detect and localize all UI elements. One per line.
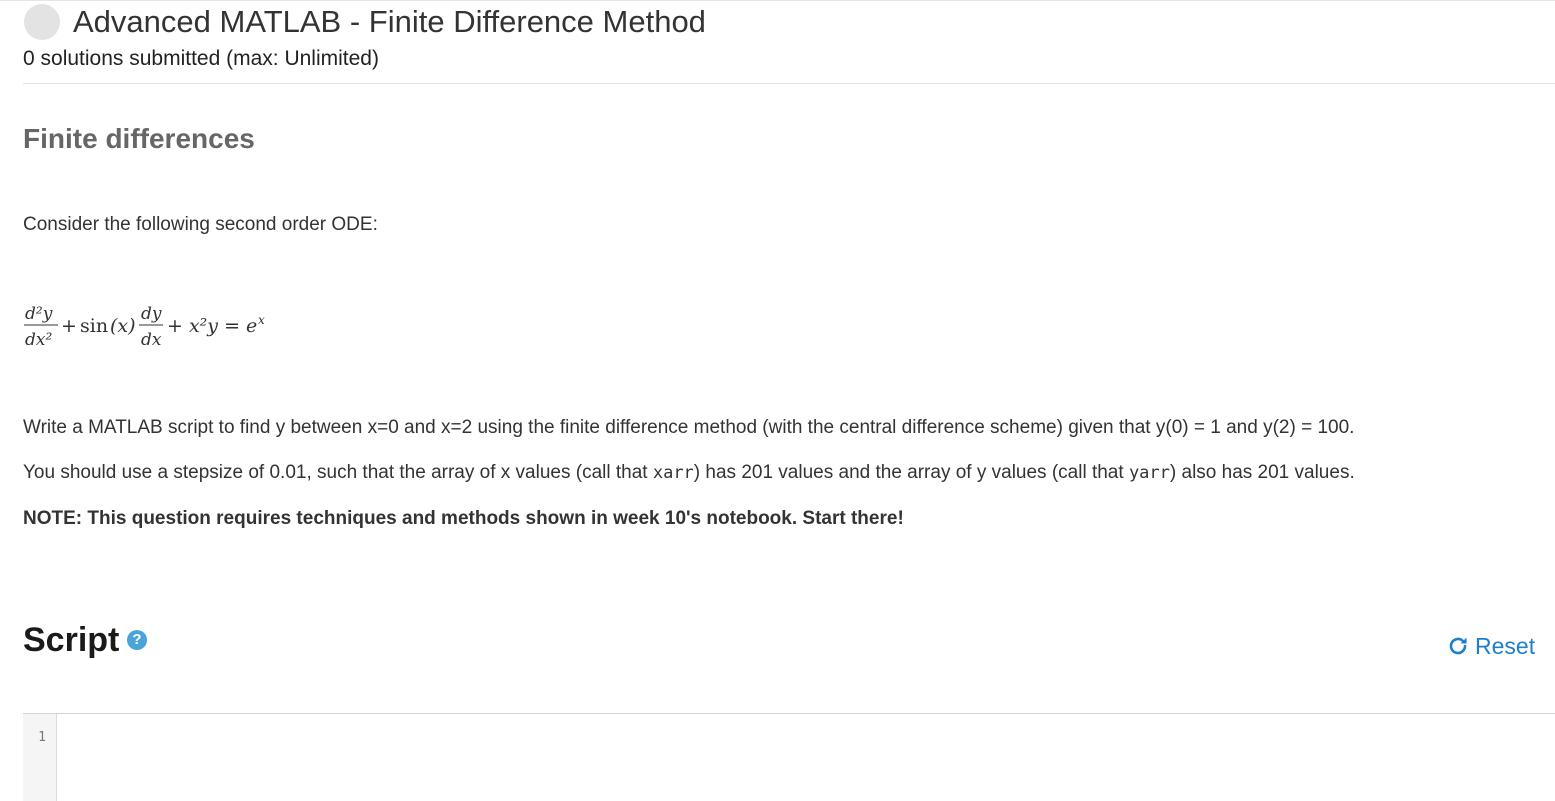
- stepsize-text-c: ) also has 201 values.: [1169, 462, 1355, 483]
- intro-text: Consider the following second order ODE:: [23, 214, 378, 235]
- page-title: Advanced MATLAB - Finite Difference Meth…: [73, 4, 706, 39]
- eq-dx: dx: [141, 330, 162, 350]
- refresh-icon: [1449, 637, 1467, 655]
- eq-rest: + x²y = e: [167, 315, 257, 337]
- note-text: NOTE: This question requires techniques …: [23, 508, 904, 529]
- code-editor[interactable]: 1: [23, 713, 1555, 801]
- problem-page: Advanced MATLAB - Finite Difference Meth…: [0, 0, 1555, 801]
- ode-equation: d²y dx² + sin (x) dy dx + x²y = e x: [24, 304, 265, 350]
- instructions-text: Write a MATLAB script to find y between …: [23, 417, 1355, 438]
- reset-label[interactable]: Reset: [1475, 633, 1535, 660]
- stepsize-text-b: ) has 201 values and the array of y valu…: [693, 462, 1129, 483]
- section-heading: Finite differences: [23, 123, 255, 154]
- reset-button[interactable]: Reset: [1446, 631, 1535, 661]
- xarr-code: xarr: [652, 463, 694, 483]
- eq-d2y: d²y: [25, 304, 53, 324]
- eq-sin-arg: (x): [110, 315, 136, 337]
- top-divider: [0, 0, 1555, 1]
- stepsize-text-a: You should use a stepsize of 0.01, such …: [23, 462, 653, 483]
- yarr-code: yarr: [1128, 463, 1170, 483]
- header-divider: [23, 83, 1555, 84]
- submission-count: 0 solutions submitted (max: Unlimited): [23, 47, 379, 70]
- eq-plus: +: [61, 315, 77, 337]
- status-indicator: [24, 4, 60, 40]
- eq-dx2: dx²: [25, 330, 52, 350]
- eq-sin: sin: [80, 315, 108, 337]
- eq-exponent: x: [258, 313, 265, 327]
- line-number: 1: [38, 730, 46, 745]
- stepsize-text: You should use a stepsize of 0.01, such …: [23, 461, 1355, 485]
- question-circle-icon[interactable]: ?: [127, 630, 147, 650]
- eq-dy: dy: [141, 304, 162, 324]
- editor-gutter: 1: [23, 714, 57, 801]
- code-input-area[interactable]: [57, 714, 1555, 801]
- script-heading: Script: [23, 621, 120, 659]
